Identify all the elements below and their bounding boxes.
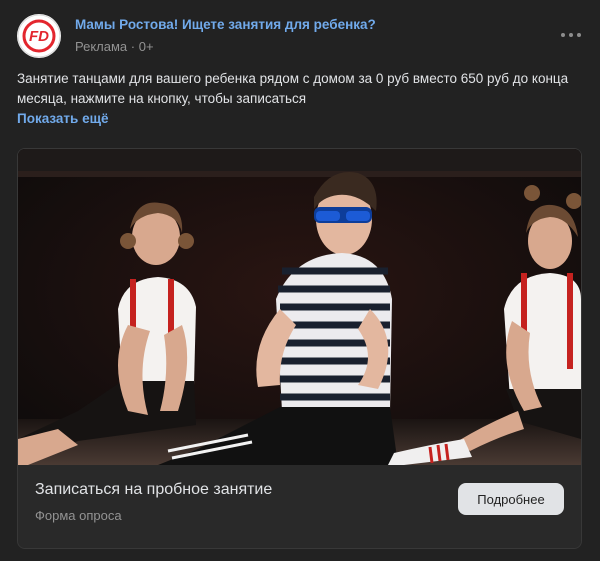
post-meta: Реклама · 0+ bbox=[75, 39, 154, 54]
card-subtitle: Форма опроса bbox=[35, 508, 122, 523]
show-more-link[interactable]: Показать ещё bbox=[17, 111, 109, 126]
author-name[interactable]: Мамы Ростова! Ищете занятия для ребенка? bbox=[75, 17, 376, 32]
ad-post: FD Мамы Ростова! Ищете занятия для ребен… bbox=[0, 0, 600, 561]
ad-photo[interactable] bbox=[18, 149, 581, 465]
avatar[interactable]: FD bbox=[17, 14, 61, 58]
details-button[interactable]: Подробнее bbox=[458, 483, 564, 515]
meta-separator: · bbox=[130, 39, 139, 54]
ad-label: Реклама bbox=[75, 39, 128, 54]
ellipsis-icon[interactable] bbox=[559, 28, 583, 42]
post-text: Занятие танцами для вашего ребенка рядом… bbox=[17, 71, 569, 106]
post-header: FD Мамы Ростова! Ищете занятия для ребен… bbox=[17, 14, 583, 60]
kids-dancing-image bbox=[18, 149, 581, 465]
ad-card: Записаться на пробное занятие Форма опро… bbox=[17, 148, 582, 549]
card-footer: Записаться на пробное занятие Форма опро… bbox=[18, 465, 581, 548]
age-rating: 0+ bbox=[138, 39, 154, 54]
fd-logo-icon: FD bbox=[17, 14, 61, 58]
card-title[interactable]: Записаться на пробное занятие bbox=[35, 481, 272, 499]
svg-text:FD: FD bbox=[29, 28, 49, 45]
